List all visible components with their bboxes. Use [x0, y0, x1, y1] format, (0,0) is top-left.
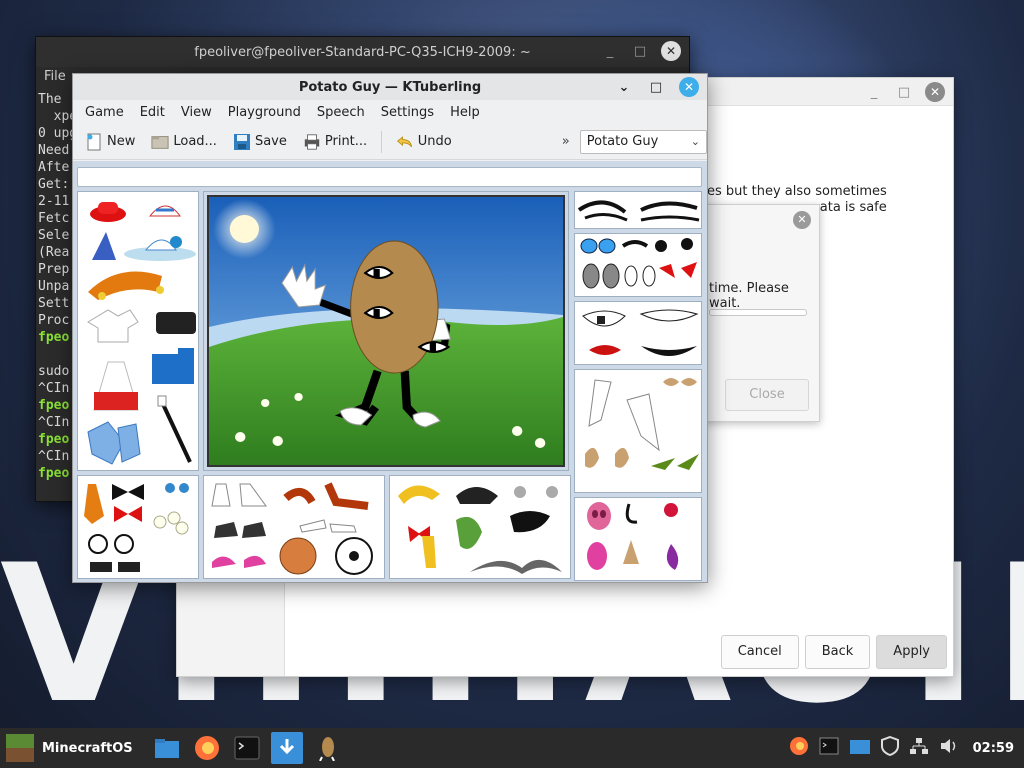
- mouths-palette[interactable]: [575, 302, 702, 365]
- progress-message: time. Please wait.: [709, 281, 789, 311]
- shoes-palette[interactable]: [204, 476, 385, 579]
- back-button[interactable]: Back: [804, 635, 871, 669]
- undo-button[interactable]: Undo: [390, 130, 458, 154]
- ktuberling-titlebar[interactable]: Potato Guy — KTuberling ⌄ □ ✕: [73, 74, 707, 100]
- clock[interactable]: 02:59: [973, 741, 1014, 756]
- minimize-icon[interactable]: ⌄: [615, 80, 633, 95]
- load-button[interactable]: Load...: [145, 130, 223, 154]
- files-icon[interactable]: [151, 732, 183, 764]
- clothes-palette[interactable]: [78, 192, 199, 471]
- minimize-icon[interactable]: _: [865, 85, 883, 100]
- minecraft-logo-icon[interactable]: [6, 734, 34, 762]
- terminal-menu-file[interactable]: File: [44, 69, 66, 84]
- save-icon: [233, 133, 250, 150]
- scene-frame: [203, 191, 569, 471]
- mouths-panel: [574, 301, 702, 365]
- accessories-panel: [77, 475, 199, 579]
- progress-bar: [709, 309, 807, 316]
- maximize-icon[interactable]: □: [895, 85, 913, 100]
- terminal-tray-icon[interactable]: [819, 737, 839, 759]
- ktuberling-icon[interactable]: [311, 732, 343, 764]
- taskbar: MinecraftOS 02:59: [0, 728, 1024, 768]
- maximize-icon[interactable]: □: [631, 44, 649, 59]
- scene-drawing: [209, 197, 563, 465]
- progress-dialog: ✕ time. Please wait. Close: [690, 204, 820, 422]
- shield-icon[interactable]: [880, 735, 899, 760]
- close-icon[interactable]: ✕: [679, 77, 699, 97]
- playground-area: [73, 161, 707, 582]
- printer-icon: [304, 133, 320, 150]
- undo-icon: [396, 135, 412, 147]
- load-label: Load...: [173, 134, 217, 149]
- eyes-palette[interactable]: [575, 234, 702, 297]
- terminal-icon[interactable]: [231, 732, 263, 764]
- print-label: Print...: [324, 134, 368, 149]
- new-document-icon: [87, 133, 101, 150]
- menu-settings[interactable]: Settings: [373, 105, 442, 120]
- toolbar-separator: [381, 130, 382, 153]
- menu-help[interactable]: Help: [442, 105, 488, 120]
- accessories-palette[interactable]: [78, 476, 199, 579]
- toolbar-overflow-button[interactable]: »: [562, 134, 570, 149]
- minimize-icon[interactable]: _: [601, 44, 619, 59]
- firefox-tray-icon[interactable]: [789, 736, 809, 760]
- hair-panel: [389, 475, 571, 579]
- network-icon[interactable]: [909, 737, 929, 759]
- close-button: Close: [725, 379, 809, 411]
- ears-palette[interactable]: [575, 370, 702, 493]
- menu-playground[interactable]: Playground: [220, 105, 309, 120]
- menu-edit[interactable]: Edit: [132, 105, 173, 120]
- ears-panel: [574, 369, 702, 493]
- menu-game[interactable]: Game: [77, 105, 132, 120]
- scene-canvas[interactable]: [207, 195, 565, 467]
- eyes-panel: [574, 233, 702, 297]
- toolbar: New Load... Save Print... Undo » Potato …: [73, 124, 707, 160]
- ktuberling-window[interactable]: Potato Guy — KTuberling ⌄ □ ✕ Game Edit …: [72, 73, 708, 583]
- volume-icon[interactable]: [939, 737, 959, 759]
- menu-view[interactable]: View: [173, 105, 220, 120]
- print-button[interactable]: Print...: [297, 130, 373, 154]
- shoes-panel: [203, 475, 385, 579]
- maximize-icon[interactable]: □: [647, 80, 665, 95]
- undo-label: Undo: [417, 134, 452, 149]
- new-label: New: [107, 134, 136, 149]
- system-tray: 02:59: [789, 728, 1014, 768]
- folder-open-icon: [151, 135, 169, 149]
- download-icon[interactable]: [270, 732, 303, 764]
- window-title: Potato Guy — KTuberling: [298, 79, 482, 95]
- wizard-description-line: es but they also sometimes: [707, 184, 887, 199]
- chevron-down-icon: ⌄: [690, 135, 700, 148]
- firefox-icon[interactable]: [191, 732, 223, 764]
- hair-palette[interactable]: [390, 476, 571, 579]
- save-label: Save: [254, 134, 287, 149]
- apply-button[interactable]: Apply: [876, 635, 947, 669]
- cancel-button[interactable]: Cancel: [720, 635, 799, 669]
- clothes-panel: [77, 191, 199, 471]
- status-text-field: [77, 167, 702, 187]
- new-button[interactable]: New: [79, 130, 141, 154]
- save-button[interactable]: Save: [227, 130, 293, 154]
- noses-palette[interactable]: [575, 498, 702, 581]
- eyebrows-palette[interactable]: [575, 192, 702, 229]
- menubar: Game Edit View Playground Speech Setting…: [73, 100, 707, 124]
- playground-select-value: Potato Guy: [586, 134, 659, 149]
- close-icon[interactable]: ✕: [661, 41, 681, 61]
- terminal-title: fpeoliver@fpeoliver-Standard-PC-Q35-ICH9…: [194, 44, 531, 60]
- menu-speech[interactable]: Speech: [309, 105, 373, 120]
- terminal-titlebar[interactable]: fpeoliver@fpeoliver-Standard-PC-Q35-ICH9…: [36, 37, 689, 67]
- os-menu-label[interactable]: MinecraftOS: [42, 741, 133, 756]
- close-icon[interactable]: ✕: [925, 82, 945, 102]
- eyebrows-panel: [574, 191, 702, 229]
- close-icon[interactable]: ✕: [793, 211, 811, 229]
- files-tray-icon[interactable]: [849, 737, 871, 759]
- playground-select[interactable]: Potato Guy ⌄: [579, 129, 707, 154]
- noses-panel: [574, 497, 702, 581]
